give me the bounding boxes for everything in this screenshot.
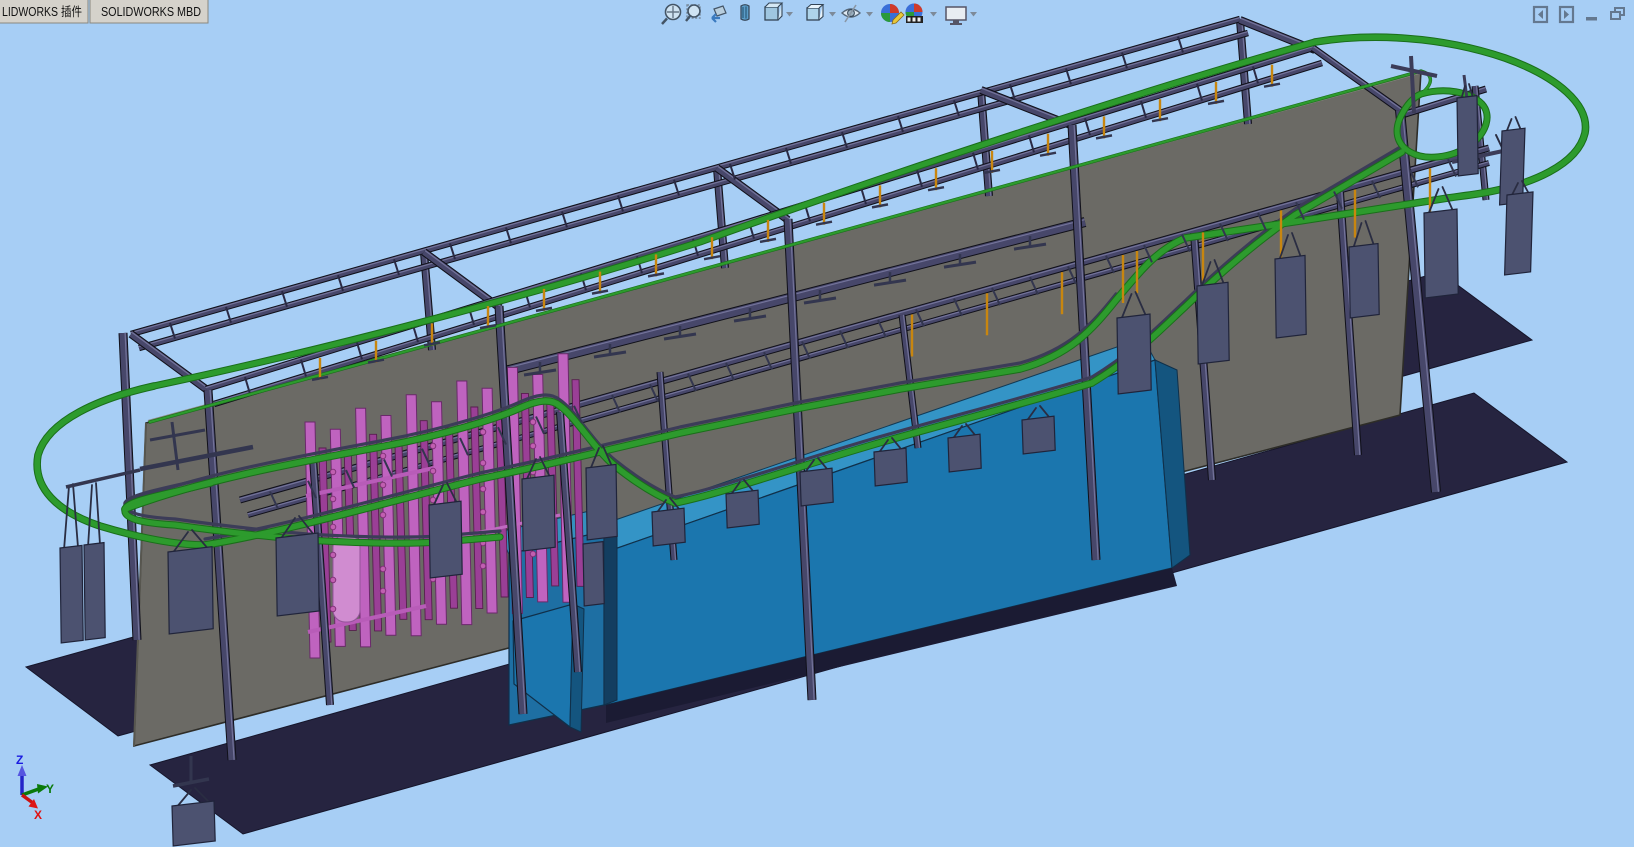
svg-text:X: X	[34, 808, 42, 822]
svg-text:Y: Y	[46, 782, 54, 796]
svg-text:LIDWORKS 插件: LIDWORKS 插件	[2, 5, 82, 19]
svg-text:SOLIDWORKS MBD: SOLIDWORKS MBD	[101, 5, 201, 19]
svg-text:Z: Z	[16, 753, 23, 767]
